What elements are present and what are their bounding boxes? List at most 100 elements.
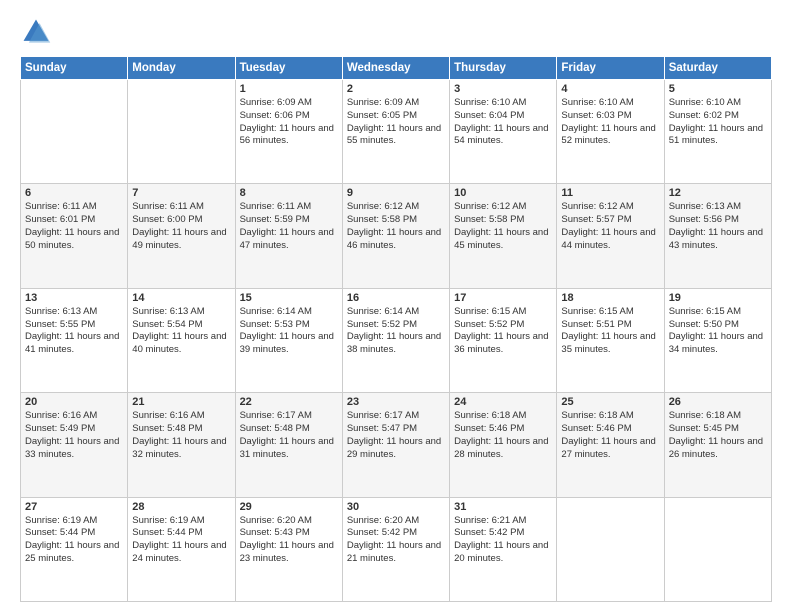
day-number: 9 bbox=[347, 187, 445, 199]
sunset-label: Sunset: 5:53 PM bbox=[240, 319, 310, 330]
daylight-label: Daylight: 11 hours and 49 minutes. bbox=[132, 227, 226, 251]
calendar-cell: 3Sunrise: 6:10 AMSunset: 6:04 PMDaylight… bbox=[450, 80, 557, 184]
logo bbox=[20, 16, 56, 48]
sunset-label: Sunset: 5:58 PM bbox=[454, 214, 524, 225]
sunset-label: Sunset: 5:48 PM bbox=[240, 423, 310, 434]
sunrise-label: Sunrise: 6:19 AM bbox=[25, 515, 97, 526]
cell-content: Sunrise: 6:21 AMSunset: 5:42 PMDaylight:… bbox=[454, 515, 552, 566]
day-number: 13 bbox=[25, 292, 123, 304]
cell-content: Sunrise: 6:16 AMSunset: 5:48 PMDaylight:… bbox=[132, 410, 230, 461]
day-number: 30 bbox=[347, 501, 445, 513]
calendar-cell: 4Sunrise: 6:10 AMSunset: 6:03 PMDaylight… bbox=[557, 80, 664, 184]
day-number: 23 bbox=[347, 396, 445, 408]
calendar-cell bbox=[128, 80, 235, 184]
daylight-label: Daylight: 11 hours and 36 minutes. bbox=[454, 331, 548, 355]
calendar-day-header: Saturday bbox=[664, 57, 771, 80]
daylight-label: Daylight: 11 hours and 27 minutes. bbox=[561, 436, 655, 460]
sunrise-label: Sunrise: 6:13 AM bbox=[669, 201, 741, 212]
cell-content: Sunrise: 6:19 AMSunset: 5:44 PMDaylight:… bbox=[132, 515, 230, 566]
daylight-label: Daylight: 11 hours and 46 minutes. bbox=[347, 227, 441, 251]
sunset-label: Sunset: 6:05 PM bbox=[347, 110, 417, 121]
cell-content: Sunrise: 6:16 AMSunset: 5:49 PMDaylight:… bbox=[25, 410, 123, 461]
sunrise-label: Sunrise: 6:18 AM bbox=[561, 410, 633, 421]
day-number: 16 bbox=[347, 292, 445, 304]
sunset-label: Sunset: 5:42 PM bbox=[454, 527, 524, 538]
daylight-label: Daylight: 11 hours and 24 minutes. bbox=[132, 540, 226, 564]
calendar-cell: 25Sunrise: 6:18 AMSunset: 5:46 PMDayligh… bbox=[557, 393, 664, 497]
cell-content: Sunrise: 6:14 AMSunset: 5:52 PMDaylight:… bbox=[347, 306, 445, 357]
calendar-cell bbox=[557, 497, 664, 601]
day-number: 31 bbox=[454, 501, 552, 513]
daylight-label: Daylight: 11 hours and 56 minutes. bbox=[240, 123, 334, 147]
calendar-week-row: 20 Sunrise: 6:16 AMSunset: 5:49 PMDayligh… bbox=[21, 393, 772, 497]
day-number: 17 bbox=[454, 292, 552, 304]
calendar-cell: 31 Sunrise: 6:21 AMSunset: 5:42 PMDayligh… bbox=[450, 497, 557, 601]
sunset-label: Sunset: 5:56 PM bbox=[669, 214, 739, 225]
cell-content: Sunrise: 6:12 AMSunset: 5:57 PMDaylight:… bbox=[561, 201, 659, 252]
cell-content: Sunrise: 6:10 AMSunset: 6:03 PMDaylight:… bbox=[561, 97, 659, 148]
daylight-label: Daylight: 11 hours and 54 minutes. bbox=[454, 123, 548, 147]
day-number: 20 bbox=[25, 396, 123, 408]
day-number: 10 bbox=[454, 187, 552, 199]
daylight-label: Daylight: 11 hours and 26 minutes. bbox=[669, 436, 763, 460]
day-number: 24 bbox=[454, 396, 552, 408]
day-number: 1 bbox=[240, 83, 338, 95]
calendar-cell: 15Sunrise: 6:14 AMSunset: 5:53 PMDayligh… bbox=[235, 288, 342, 392]
daylight-label: Daylight: 11 hours and 39 minutes. bbox=[240, 331, 334, 355]
daylight-label: Daylight: 11 hours and 43 minutes. bbox=[669, 227, 763, 251]
daylight-label: Daylight: 11 hours and 51 minutes. bbox=[669, 123, 763, 147]
daylight-label: Daylight: 11 hours and 34 minutes. bbox=[669, 331, 763, 355]
calendar-day-header: Sunday bbox=[21, 57, 128, 80]
sunset-label: Sunset: 5:55 PM bbox=[25, 319, 95, 330]
calendar-header-row: SundayMondayTuesdayWednesdayThursdayFrid… bbox=[21, 57, 772, 80]
sunrise-label: Sunrise: 6:12 AM bbox=[454, 201, 526, 212]
sunrise-label: Sunrise: 6:20 AM bbox=[347, 515, 419, 526]
sunrise-label: Sunrise: 6:13 AM bbox=[132, 306, 204, 317]
sunset-label: Sunset: 6:03 PM bbox=[561, 110, 631, 121]
sunset-label: Sunset: 5:48 PM bbox=[132, 423, 202, 434]
calendar-cell bbox=[21, 80, 128, 184]
sunset-label: Sunset: 5:52 PM bbox=[347, 319, 417, 330]
calendar-cell: 10Sunrise: 6:12 AMSunset: 5:58 PMDayligh… bbox=[450, 184, 557, 288]
daylight-label: Daylight: 11 hours and 35 minutes. bbox=[561, 331, 655, 355]
calendar-cell: 2Sunrise: 6:09 AMSunset: 6:05 PMDaylight… bbox=[342, 80, 449, 184]
cell-content: Sunrise: 6:18 AM Sunset: 5:46 PM Daylight:… bbox=[454, 410, 552, 461]
sunset-label: Sunset: 6:01 PM bbox=[25, 214, 95, 225]
sunrise-label: Sunrise: 6:10 AM bbox=[454, 97, 526, 108]
sunset-label: Sunset: 5:45 PM bbox=[669, 423, 739, 434]
daylight-label: Daylight: 11 hours and 40 minutes. bbox=[132, 331, 226, 355]
day-number: 12 bbox=[669, 187, 767, 199]
sunset-label: Sunset: 5:52 PM bbox=[454, 319, 524, 330]
daylight-label: Daylight: 11 hours and 28 minutes. bbox=[454, 436, 548, 460]
cell-content: Sunrise: 6:15 AMSunset: 5:51 PMDaylight:… bbox=[561, 306, 659, 357]
cell-content: Sunrise: 6:15 AMSunset: 5:50 PMDaylight:… bbox=[669, 306, 767, 357]
cell-content: Sunrise: 6:17 AMSunset: 5:47 PMDaylight:… bbox=[347, 410, 445, 461]
cell-content: Sunrise: 6:20 AMSunset: 5:43 PMDaylight:… bbox=[240, 515, 338, 566]
calendar-cell: 1Sunrise: 6:09 AMSunset: 6:06 PMDaylight… bbox=[235, 80, 342, 184]
cell-content: Sunrise: 6:20 AMSunset: 5:42 PMDaylight:… bbox=[347, 515, 445, 566]
calendar-day-header: Friday bbox=[557, 57, 664, 80]
calendar-cell bbox=[664, 497, 771, 601]
sunrise-label: Sunrise: 6:18 AM bbox=[454, 410, 526, 421]
sunrise-label: Sunrise: 6:09 AM bbox=[347, 97, 419, 108]
page: SundayMondayTuesdayWednesdayThursdayFrid… bbox=[0, 0, 792, 612]
daylight-label: Daylight: 11 hours and 41 minutes. bbox=[25, 331, 119, 355]
day-number: 28 bbox=[132, 501, 230, 513]
sunset-label: Sunset: 5:51 PM bbox=[561, 319, 631, 330]
sunset-label: Sunset: 5:59 PM bbox=[240, 214, 310, 225]
day-number: 3 bbox=[454, 83, 552, 95]
sunset-label: Sunset: 5:44 PM bbox=[132, 527, 202, 538]
daylight-label: Daylight: 11 hours and 33 minutes. bbox=[25, 436, 119, 460]
calendar-cell: 27Sunrise: 6:19 AMSunset: 5:44 PMDayligh… bbox=[21, 497, 128, 601]
sunset-label: Sunset: 5:46 PM bbox=[454, 423, 524, 434]
sunset-label: Sunset: 5:49 PM bbox=[25, 423, 95, 434]
calendar-day-header: Monday bbox=[128, 57, 235, 80]
sunset-label: Sunset: 5:47 PM bbox=[347, 423, 417, 434]
cell-content: Sunrise: 6:14 AMSunset: 5:53 PMDaylight:… bbox=[240, 306, 338, 357]
cell-content: Sunrise: 6:13 AMSunset: 5:54 PMDaylight:… bbox=[132, 306, 230, 357]
daylight-label: Daylight: 11 hours and 52 minutes. bbox=[561, 123, 655, 147]
sunrise-label: Sunrise: 6:17 AM bbox=[347, 410, 419, 421]
day-number: 5 bbox=[669, 83, 767, 95]
cell-content: Sunrise: 6:12 AMSunset: 5:58 PMDaylight:… bbox=[454, 201, 552, 252]
day-number: 22 bbox=[240, 396, 338, 408]
